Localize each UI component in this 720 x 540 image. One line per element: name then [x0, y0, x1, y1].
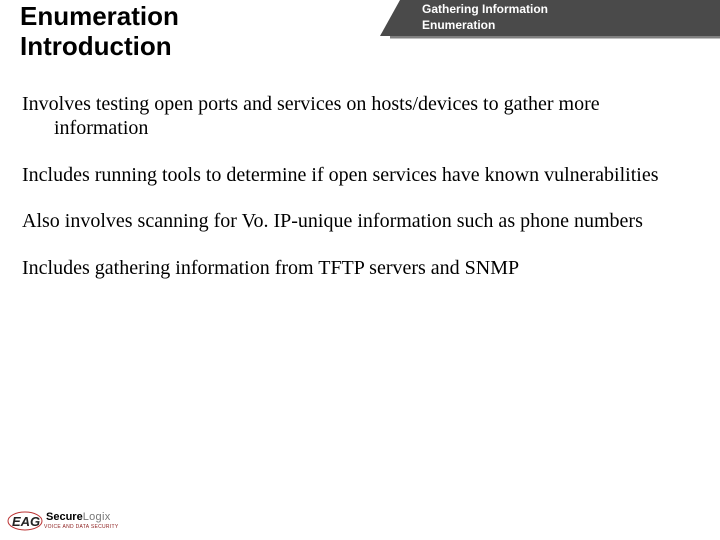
- slide-title: Enumeration Introduction: [20, 2, 179, 62]
- svg-text:EAG: EAG: [12, 514, 40, 529]
- header-tab: Gathering Information Enumeration: [400, 0, 720, 36]
- title-line2: Introduction: [20, 31, 172, 61]
- slide-content: Involves testing open ports and services…: [0, 70, 720, 280]
- logo-brand-light: Logix: [83, 511, 111, 523]
- slide-header: Gathering Information Enumeration Enumer…: [0, 0, 720, 70]
- bullet-item: Includes gathering information from TFTP…: [22, 256, 698, 280]
- tab-underline-light: [390, 38, 720, 39]
- footer-logo: EAG SecureLogix VOICE AND DATA SECURITY: [6, 508, 119, 534]
- bullet-item: Also involves scanning for Vo. IP-unique…: [22, 209, 698, 233]
- logo-brand: SecureLogix: [46, 512, 119, 523]
- tab-line1: Gathering Information: [422, 2, 548, 16]
- logo-mark-icon: EAG: [6, 508, 44, 534]
- tab-line2: Enumeration: [422, 18, 495, 32]
- bullet-item: Involves testing open ports and services…: [22, 92, 698, 141]
- title-line1: Enumeration: [20, 1, 179, 31]
- bullet-item: Includes running tools to determine if o…: [22, 163, 698, 187]
- tab-text: Gathering Information Enumeration: [400, 0, 720, 33]
- logo-text-block: SecureLogix VOICE AND DATA SECURITY: [44, 512, 119, 530]
- logo-brand-bold: Secure: [46, 511, 83, 523]
- logo-tagline: VOICE AND DATA SECURITY: [44, 524, 119, 530]
